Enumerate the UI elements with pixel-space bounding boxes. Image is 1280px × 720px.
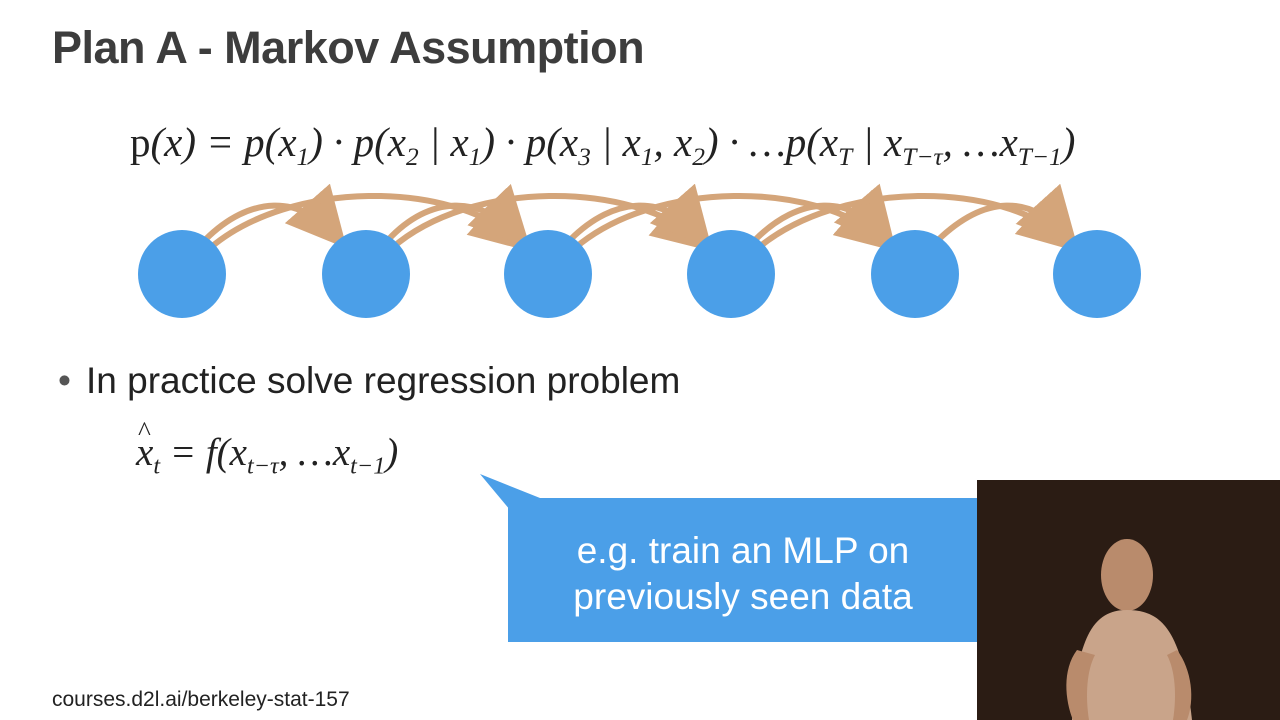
footer-url: courses.d2l.ai/berkeley-stat-157 <box>52 688 350 711</box>
bullet-dot: • <box>58 360 71 401</box>
callout-line-1: e.g. train an MLP on <box>576 530 910 571</box>
node-x5 <box>871 230 959 318</box>
bullet-text: In practice solve regression problem <box>86 360 681 401</box>
regression-formula: xt = f(xt−τ, …xt−1) <box>136 416 398 480</box>
node-x4 <box>687 230 775 318</box>
bullet-item: • In practice solve regression problem <box>58 360 680 402</box>
callout-line-2: previously seen data <box>573 576 913 617</box>
node-x1 <box>138 230 226 318</box>
callout-text: e.g. train an MLP on previously seen dat… <box>508 528 978 620</box>
node-x2 <box>322 230 410 318</box>
nodes <box>138 230 1141 318</box>
node-x3 <box>504 230 592 318</box>
node-x6 <box>1053 230 1141 318</box>
presenter-image <box>977 480 1280 720</box>
presenter-video <box>977 480 1280 720</box>
